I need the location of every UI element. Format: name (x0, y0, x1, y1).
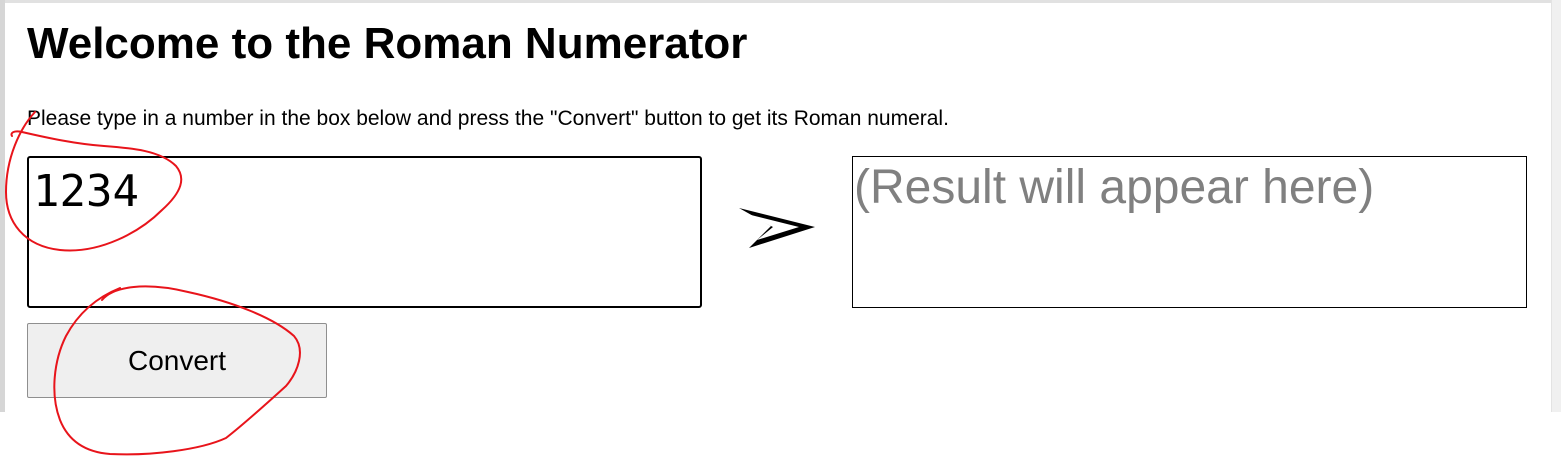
convert-button[interactable]: Convert (27, 323, 327, 398)
app-window: Welcome to the Roman Numerator Please ty… (0, 0, 1561, 457)
window-left-edge (0, 0, 5, 412)
arrow-right-icon (739, 208, 815, 248)
instructions-text: Please type in a number in the box below… (27, 107, 949, 130)
window-top-edge (0, 0, 1561, 3)
vertical-scrollbar[interactable] (1551, 0, 1561, 412)
result-output: (Result will appear here) (852, 156, 1527, 308)
page-title: Welcome to the Roman Numerator (27, 19, 748, 68)
number-input[interactable]: 1234 (27, 156, 702, 308)
